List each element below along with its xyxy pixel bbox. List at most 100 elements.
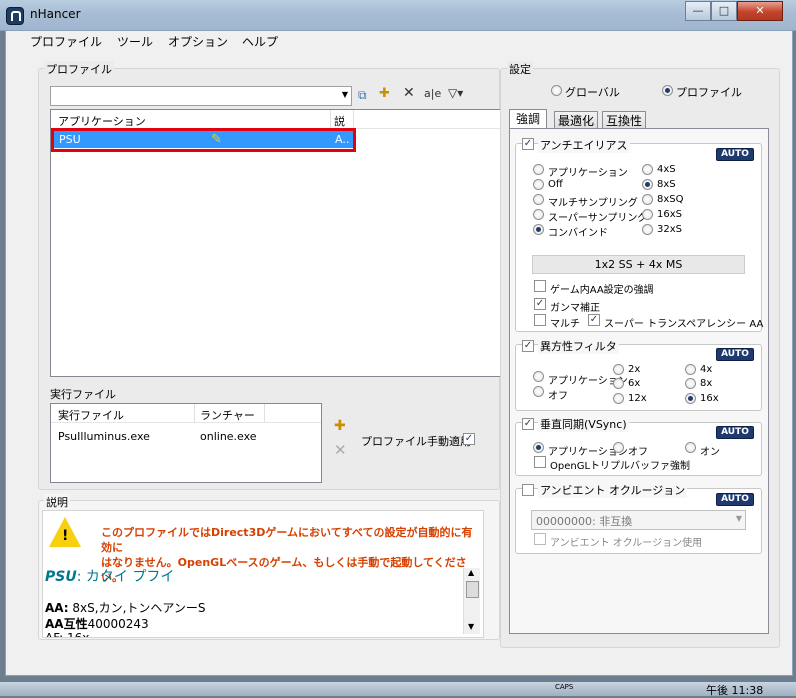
super-trans-checkbox[interactable]: ✓ (588, 314, 600, 326)
multi-checkbox[interactable] (534, 314, 546, 326)
aa-mode-label: Off (548, 179, 563, 190)
aa-mode-radio[interactable] (533, 209, 544, 220)
aa-mode-radio[interactable] (533, 194, 544, 205)
af-option-label: 4x (700, 364, 713, 375)
menu-profile[interactable]: プロファイル (30, 33, 102, 50)
add-exe-icon[interactable]: ✚ (334, 418, 346, 434)
delete-icon[interactable]: ✕ (403, 85, 415, 101)
vsync-option-label: オフ (628, 447, 648, 458)
profile-summary-name: PSU (45, 569, 77, 585)
scope-global-radio[interactable] (551, 85, 562, 96)
manual-apply-checkbox[interactable]: ✓ (463, 433, 475, 445)
af-option-label: 6x (628, 378, 641, 389)
remove-exe-icon[interactable]: ✕ (334, 441, 347, 459)
maximize-button[interactable]: □ (711, 1, 737, 21)
af-radio[interactable] (613, 393, 624, 404)
minimize-button[interactable]: — (685, 1, 711, 21)
new-profile-icon[interactable]: ✚ (379, 86, 390, 101)
af-radio[interactable] (533, 371, 544, 382)
application-list[interactable]: アプリケーション 説 PSU A.. ✎ (50, 109, 506, 377)
exe-group-label: 実行ファイル (48, 386, 118, 402)
aa-label: アンチエイリアス (538, 137, 630, 153)
aa-mode-label: スーパーサンプリング (548, 213, 648, 224)
summary-aa-compat-key: AA互性 (45, 617, 88, 631)
column-launcher[interactable]: ランチャー (200, 407, 255, 423)
scroll-down-icon[interactable]: ▼ (468, 622, 474, 631)
aa-mode-radio[interactable] (533, 224, 544, 235)
ao-checkbox[interactable] (522, 484, 534, 496)
menu-options[interactable]: オプション (168, 33, 228, 50)
summary-aa-value: 8xS,カン,トンヘアンーS (68, 601, 206, 615)
close-button[interactable]: ✕ (737, 1, 783, 21)
scope-profile-label: プロファイル (676, 86, 742, 99)
aa-mode-radio[interactable] (533, 164, 544, 175)
af-radio[interactable] (533, 386, 544, 397)
aa-checkbox[interactable]: ✓ (522, 138, 534, 150)
af-radio[interactable] (613, 364, 624, 375)
tab-enhance[interactable]: 強調 (509, 109, 547, 130)
triple-buffer-label: OpenGLトリプルバッファ強制 (550, 461, 691, 472)
gamma-checkbox[interactable]: ✓ (534, 298, 546, 310)
af-radio[interactable] (685, 393, 696, 404)
description-scrollbar[interactable]: ▲ ▼ (463, 568, 480, 634)
manual-apply-label: プロファイル手動適用 (361, 435, 471, 448)
ingame-aa-label: ゲーム内AA設定の強調 (550, 285, 654, 296)
column-exe[interactable]: 実行ファイル (58, 407, 124, 423)
selection-highlight (51, 128, 356, 152)
scroll-up-icon[interactable]: ▲ (468, 568, 474, 577)
filter-icon[interactable]: ▽▾ (448, 86, 463, 100)
af-radio[interactable] (613, 378, 624, 389)
ingame-aa-checkbox[interactable] (534, 280, 546, 292)
aa-level-radio[interactable] (642, 179, 653, 190)
vsync-auto-button[interactable]: AUTO (716, 426, 754, 439)
ao-select[interactable]: 00000000: 非互換 ▼ (531, 510, 746, 530)
af-auto-button[interactable]: AUTO (716, 348, 754, 361)
vsync-checkbox[interactable]: ✓ (522, 418, 534, 430)
af-option-label: 16x (700, 393, 719, 404)
ao-use-checkbox[interactable] (534, 533, 546, 545)
aa-level-label: 16xS (657, 209, 682, 220)
aa-level-label: 32xS (657, 224, 682, 235)
warning-mark: ! (62, 528, 69, 544)
vsync-radio[interactable] (685, 442, 696, 453)
aa-level-radio[interactable] (642, 194, 653, 205)
scroll-thumb[interactable] (466, 581, 479, 598)
triple-buffer-checkbox[interactable] (534, 456, 546, 468)
aa-level-label: 8xSQ (657, 194, 684, 205)
title-bar (0, 0, 796, 31)
copy-icon[interactable]: ⧉ (358, 88, 367, 103)
vsync-radio[interactable] (613, 442, 624, 453)
ao-auto-button[interactable]: AUTO (716, 493, 754, 506)
aa-level-radio[interactable] (642, 224, 653, 235)
aa-mode-radio[interactable] (533, 179, 544, 190)
taskbar: CAPS 午後 11:38 (0, 682, 796, 697)
aa-auto-button[interactable]: AUTO (716, 148, 754, 161)
menu-tools[interactable]: ツール (117, 33, 153, 50)
aa-level-radio[interactable] (642, 209, 653, 220)
super-trans-label: スーパー トランスペアレンシー AA (604, 319, 764, 330)
column-application[interactable]: アプリケーション (58, 113, 146, 129)
rename-icon[interactable]: a|e (424, 87, 441, 100)
summary-aa-compat: AA互性40000243 (45, 615, 149, 632)
menu-bar: プロファイル ツール オプション ヘルプ (6, 31, 790, 51)
af-checkbox[interactable]: ✓ (522, 340, 534, 352)
vsync-radio[interactable] (533, 442, 544, 453)
af-option-label: 2x (628, 364, 641, 375)
aa-mode-label: コンバインド (548, 228, 608, 239)
scope-global-label: グローバル (565, 86, 620, 99)
column-description[interactable]: 説 (334, 113, 345, 129)
table-row[interactable]: PsuIlluminus.exe online.exe (51, 428, 321, 444)
cell-launcher: online.exe (200, 430, 257, 443)
summary-aa-key: AA: (45, 601, 69, 615)
multi-label: マルチ (550, 319, 580, 330)
af-radio[interactable] (685, 364, 696, 375)
aa-level-radio[interactable] (642, 164, 653, 175)
summary-af: AF: 16x (45, 631, 89, 637)
profile-select[interactable]: ▼ (50, 86, 352, 106)
af-radio[interactable] (685, 378, 696, 389)
scope-profile-radio[interactable] (662, 85, 673, 96)
chevron-down-icon: ▼ (735, 514, 742, 523)
menu-help[interactable]: ヘルプ (242, 33, 278, 50)
af-option-label: オフ (548, 391, 568, 402)
exe-list[interactable]: 実行ファイル ランチャー PsuIlluminus.exe online.exe (50, 403, 322, 483)
